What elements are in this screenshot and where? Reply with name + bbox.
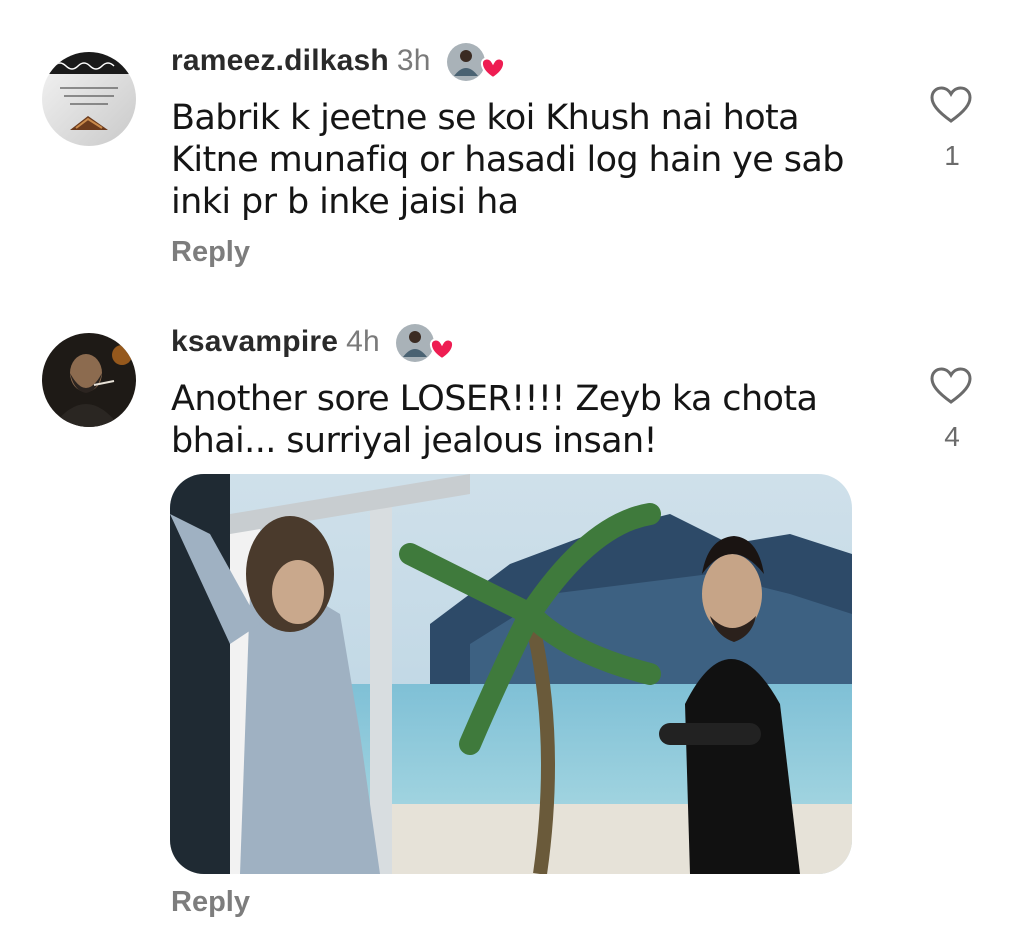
heart-outline-icon (930, 367, 972, 404)
comment-time: 3h (396, 44, 431, 77)
username-text[interactable]: rameez.dilkash (171, 44, 389, 77)
like-count: 1 (944, 140, 960, 171)
comment-text: Another sore LOSER!!!! Zeyb ka chota bha… (171, 379, 818, 461)
avatar[interactable] (42, 52, 136, 146)
username-text[interactable]: ksavampire (171, 325, 338, 358)
username[interactable]: ksavampire 4h (171, 325, 380, 359)
man-smoking-avatar-icon (42, 333, 136, 427)
heart-outline-icon (930, 86, 972, 123)
creator-heart-badge-icon (446, 42, 508, 82)
comment-time: 4h (346, 325, 380, 358)
username[interactable]: rameez.dilkash 3h (171, 44, 431, 78)
creator-heart-badge-icon (395, 323, 457, 363)
reply-button[interactable]: Reply (171, 236, 250, 269)
beach-set-video-image (170, 474, 852, 874)
like-count: 4 (944, 421, 960, 452)
like-button[interactable] (930, 86, 972, 124)
attached-video-still[interactable] (170, 474, 852, 874)
avatar[interactable] (42, 333, 136, 427)
reply-button[interactable]: Reply (171, 886, 250, 919)
like-button[interactable] (930, 367, 972, 405)
quran-calligraphy-avatar-icon (42, 52, 136, 146)
comment-text: Babrik k jeetne se koi Khush nai hota Ki… (171, 98, 844, 222)
